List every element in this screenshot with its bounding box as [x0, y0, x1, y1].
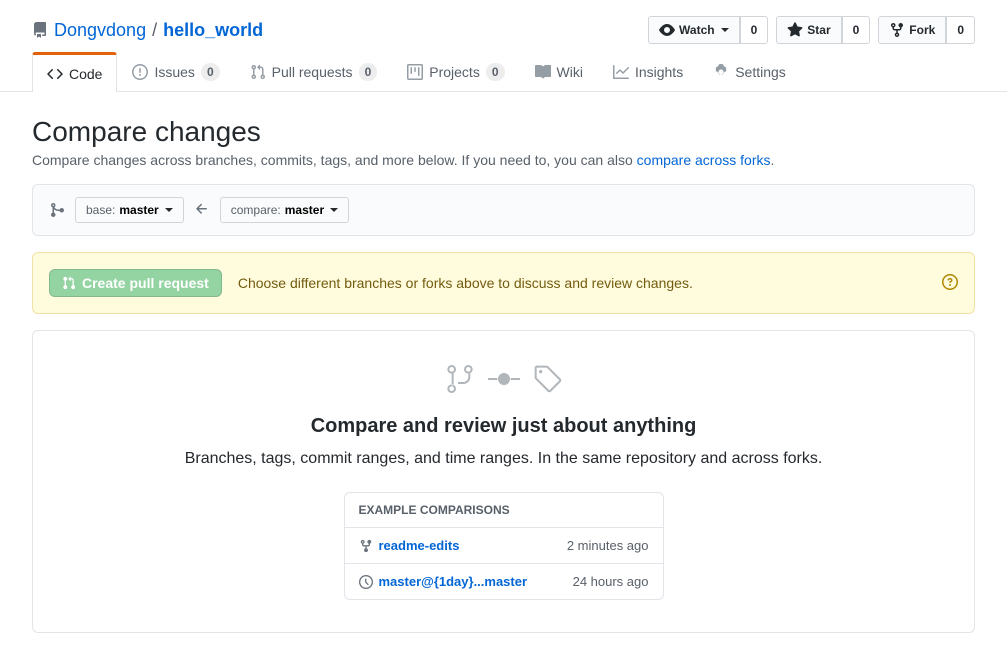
base-branch-selector[interactable]: base: master [75, 197, 184, 223]
repo-header: Dongvdong / hello_world Watch 0 Star 0 [0, 0, 1007, 52]
example-header: EXAMPLE COMPARISONS [345, 493, 663, 528]
repo-nav: Code Issues 0 Pull requests 0 Projects 0… [0, 52, 1007, 92]
fork-count[interactable]: 0 [946, 16, 975, 44]
git-compare-icon [49, 202, 65, 218]
caret-down-icon [165, 208, 173, 212]
tag-icon [532, 363, 564, 395]
issue-icon [132, 64, 148, 80]
page-title: Compare changes [32, 116, 975, 148]
caret-down-icon [330, 208, 338, 212]
blankslate-heading: Compare and review just about anything [65, 415, 942, 438]
issues-count: 0 [201, 63, 220, 81]
projects-count: 0 [486, 63, 505, 81]
watch-count[interactable]: 0 [740, 16, 769, 44]
star-count[interactable]: 0 [842, 16, 871, 44]
compare-branch-selector[interactable]: compare: master [220, 197, 349, 223]
tab-pull-requests[interactable]: Pull requests 0 [235, 52, 393, 91]
project-icon [407, 64, 423, 80]
repo-actions: Watch 0 Star 0 Fork 0 [648, 16, 975, 44]
repo-icon [32, 22, 48, 38]
example-row[interactable]: readme-edits 2 minutes ago [345, 528, 663, 564]
watch-button[interactable]: Watch [648, 16, 740, 44]
example-link[interactable]: readme-edits [379, 538, 460, 553]
blankslate-icons [65, 363, 942, 395]
code-icon [47, 66, 63, 82]
tab-projects[interactable]: Projects 0 [392, 52, 519, 91]
tab-issues[interactable]: Issues 0 [117, 52, 234, 91]
help-icon[interactable] [942, 274, 958, 293]
create-pull-request-button[interactable]: Create pull request [49, 269, 222, 297]
git-branch-icon [444, 363, 476, 395]
tab-code[interactable]: Code [32, 52, 117, 92]
repo-separator: / [152, 20, 157, 41]
book-icon [535, 64, 551, 80]
graph-icon [613, 64, 629, 80]
repo-title: Dongvdong / hello_world [32, 20, 263, 41]
compare-across-forks-link[interactable]: compare across forks [637, 152, 771, 168]
git-pull-request-icon [250, 64, 266, 80]
flash-text: Choose different branches or forks above… [238, 275, 693, 291]
example-row[interactable]: master@{1day}...master 24 hours ago [345, 564, 663, 599]
tab-insights[interactable]: Insights [598, 52, 698, 91]
arrow-left-icon [194, 201, 210, 220]
example-comparisons: EXAMPLE COMPARISONS readme-edits 2 minut… [344, 492, 664, 600]
caret-down-icon [721, 28, 729, 32]
example-time: 24 hours ago [573, 574, 649, 589]
pulls-count: 0 [359, 63, 378, 81]
star-button[interactable]: Star [776, 16, 841, 44]
clock-icon [359, 575, 373, 589]
git-branch-icon [359, 539, 373, 553]
gear-icon [713, 64, 729, 80]
git-commit-icon [488, 363, 520, 395]
range-editor: base: master compare: master [32, 184, 975, 236]
tab-settings[interactable]: Settings [698, 52, 801, 91]
repo-owner-link[interactable]: Dongvdong [54, 20, 146, 41]
example-time: 2 minutes ago [567, 538, 649, 553]
fork-button[interactable]: Fork [878, 16, 946, 44]
blankslate-description: Branches, tags, commit ranges, and time … [65, 450, 942, 468]
tab-wiki[interactable]: Wiki [520, 52, 598, 91]
page-subtitle: Compare changes across branches, commits… [32, 152, 975, 168]
flash-message: Create pull request Choose different bra… [32, 252, 975, 314]
example-link[interactable]: master@{1day}...master [379, 574, 528, 589]
repo-name-link[interactable]: hello_world [163, 20, 263, 41]
